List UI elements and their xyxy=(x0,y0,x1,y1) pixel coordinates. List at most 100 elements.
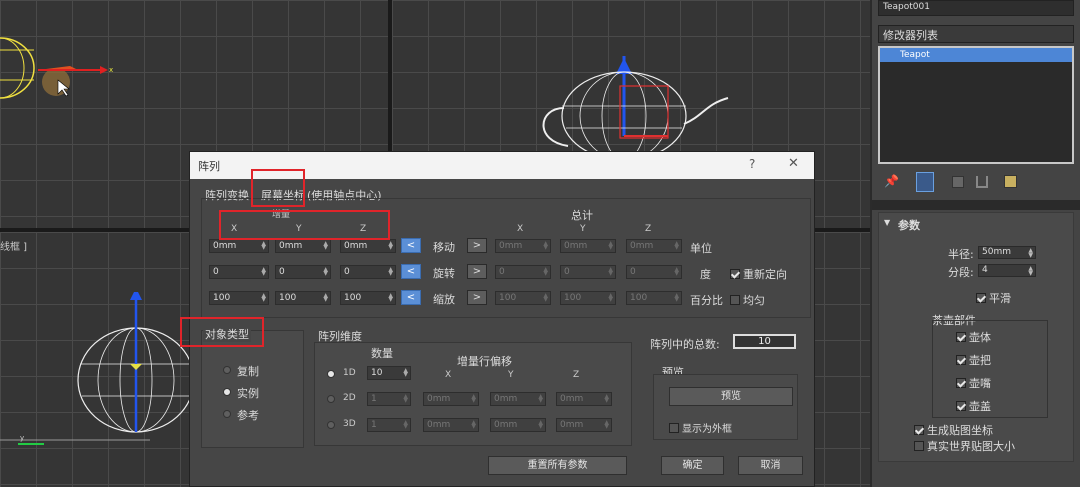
dim-3d-offset-y[interactable]: 0mm ▲ ▼ xyxy=(490,418,546,432)
total-axis-y: Y xyxy=(580,224,586,234)
move-arrow-left-button[interactable]: < xyxy=(401,238,421,253)
dim-3d-label[interactable]: 3D xyxy=(343,419,356,429)
part-handle-checkbox[interactable]: 壶把 xyxy=(956,352,991,368)
check-icon xyxy=(976,293,986,303)
scale-label: 缩放 xyxy=(433,293,455,306)
svg-text:x: x xyxy=(109,66,113,74)
move-total-x[interactable]: 0mm ▲ ▼ xyxy=(495,239,551,253)
smooth-checkbox[interactable]: 平滑 xyxy=(976,290,1011,306)
offset-axis-y: Y xyxy=(508,370,514,380)
rotate-label: 旋转 xyxy=(433,267,455,280)
part-lid-checkbox[interactable]: 壶盖 xyxy=(956,398,991,414)
segments-label: 分段: xyxy=(948,266,974,279)
scale-total-x[interactable]: 100 ▲ ▼ xyxy=(495,291,551,305)
reorient-checkbox[interactable]: 重新定向 xyxy=(730,266,787,282)
scale-total-z[interactable]: 100 ▲ ▼ xyxy=(626,291,682,305)
dim-1d-count[interactable]: 10 ▲ ▼ xyxy=(367,366,411,380)
scale-total-y[interactable]: 100 ▲ ▼ xyxy=(560,291,616,305)
rotate-unit-label: 度 xyxy=(700,268,711,281)
modifier-list-dropdown[interactable]: 修改器列表 xyxy=(878,25,1074,43)
total-in-array-field: 10 xyxy=(733,334,796,349)
preview-button[interactable]: 预览 xyxy=(669,387,793,406)
dim-3d-count[interactable]: 1 ▲ ▼ xyxy=(367,418,411,432)
dim-1d-radio[interactable] xyxy=(327,370,335,378)
modifier-stack[interactable]: Teapot xyxy=(878,46,1074,164)
object-name-field[interactable]: Teapot001 xyxy=(878,0,1074,16)
real-world-map-checkbox[interactable]: 真实世界贴图大小 xyxy=(914,438,1015,454)
dim-1d-label[interactable]: 1D xyxy=(343,368,356,378)
move-inc-x[interactable]: 0mm ▲ ▼ xyxy=(209,239,269,253)
reference-radio[interactable] xyxy=(223,410,231,418)
move-label: 移动 xyxy=(433,241,455,254)
show-end-result-icon[interactable] xyxy=(916,172,934,192)
parameters-rollout-title[interactable]: 参数 xyxy=(898,217,920,233)
rollout-collapse-icon[interactable]: ▼ xyxy=(884,218,890,227)
copy-radio-label[interactable]: 复制 xyxy=(237,363,259,379)
scale-inc-x[interactable]: 100 ▲ ▼ xyxy=(209,291,269,305)
dim-2d-offset-x[interactable]: 0mm ▲ ▼ xyxy=(423,392,479,406)
rotate-arrow-left-button[interactable]: < xyxy=(401,264,421,279)
reset-all-params-button[interactable]: 重置所有参数 xyxy=(488,456,627,475)
move-inc-y[interactable]: 0mm ▲ ▼ xyxy=(275,239,331,253)
instance-radio-label[interactable]: 实例 xyxy=(237,385,259,401)
dim-2d-radio[interactable] xyxy=(327,395,335,403)
highlight-object-type xyxy=(180,317,264,347)
configure-sets-icon[interactable] xyxy=(1004,175,1017,188)
close-icon[interactable]: ✕ xyxy=(788,156,799,171)
cancel-button[interactable]: 取消 xyxy=(738,456,803,475)
modifier-stack-item[interactable]: Teapot xyxy=(880,48,1072,62)
dim-3d-offset-z[interactable]: 0mm ▲ ▼ xyxy=(556,418,612,432)
move-total-z[interactable]: 0mm ▲ ▼ xyxy=(626,239,682,253)
total-header: 总计 xyxy=(571,209,593,222)
reference-radio-label[interactable]: 参考 xyxy=(237,407,259,423)
rotate-total-x[interactable]: 0 ▲ ▼ xyxy=(495,265,551,279)
gen-mapping-checkbox[interactable]: 生成贴图坐标 xyxy=(914,422,993,438)
radius-label: 半径: xyxy=(948,248,974,261)
dialog-title: 阵列 xyxy=(198,160,220,173)
dim-3d-radio[interactable] xyxy=(327,421,335,429)
rotate-total-z[interactable]: 0 ▲ ▼ xyxy=(626,265,682,279)
move-arrow-right-button[interactable]: > xyxy=(467,238,487,253)
scale-inc-y[interactable]: 100 ▲ ▼ xyxy=(275,291,331,305)
rotate-inc-x[interactable]: 0 ▲ ▼ xyxy=(209,265,269,279)
make-unique-icon[interactable] xyxy=(952,176,964,188)
uniform-checkbox[interactable]: 均匀 xyxy=(730,292,765,308)
instance-radio[interactable] xyxy=(223,388,231,396)
rotate-arrow-right-button[interactable]: > xyxy=(467,264,487,279)
rotate-inc-z[interactable]: 0 ▲ ▼ xyxy=(340,265,396,279)
scale-arrow-left-button[interactable]: < xyxy=(401,290,421,305)
ok-button[interactable]: 确定 xyxy=(661,456,724,475)
part-spout-checkbox[interactable]: 壶嘴 xyxy=(956,375,991,391)
rotate-total-y[interactable]: 0 ▲ ▼ xyxy=(560,265,616,279)
offset-axis-z: Z xyxy=(573,370,580,380)
teapot-wireframe-front: y xyxy=(0,292,190,445)
dim-3d-offset-x[interactable]: 0mm ▲ ▼ xyxy=(423,418,479,432)
copy-radio[interactable] xyxy=(223,366,231,374)
segments-spinner[interactable]: 4 ▲ ▼ xyxy=(978,264,1036,277)
move-total-y[interactable]: 0mm ▲ ▼ xyxy=(560,239,616,253)
scale-inc-z[interactable]: 100 ▲ ▼ xyxy=(340,291,396,305)
count-header: 数量 xyxy=(371,347,393,360)
remove-modifier-icon[interactable] xyxy=(976,176,988,188)
dim-2d-offset-y[interactable]: 0mm ▲ ▼ xyxy=(490,392,546,406)
help-button[interactable]: ? xyxy=(749,157,755,171)
highlight-screen-coords xyxy=(251,169,305,207)
move-inc-z[interactable]: 0mm ▲ ▼ xyxy=(340,239,396,253)
rotate-inc-y[interactable]: 0 ▲ ▼ xyxy=(275,265,331,279)
scale-arrow-right-button[interactable]: > xyxy=(467,290,487,305)
move-unit-label: 单位 xyxy=(690,242,712,255)
offset-axis-x: X xyxy=(445,370,452,380)
command-panel: Teapot001 修改器列表 Teapot 📌 ▼ 参数 半径: 50mm ▲ ▼… xyxy=(872,0,1080,487)
part-body-checkbox[interactable]: 壶体 xyxy=(956,329,991,345)
teapot-wireframe-side: x xyxy=(0,37,113,99)
dim-2d-offset-z[interactable]: 0mm ▲ ▼ xyxy=(556,392,612,406)
scale-unit-label: 百分比 xyxy=(690,294,723,307)
total-axis-z: Z xyxy=(645,224,652,234)
dim-2d-count[interactable]: 1 ▲ ▼ xyxy=(367,392,411,406)
pin-stack-icon[interactable]: 📌 xyxy=(884,174,899,188)
dim-2d-label[interactable]: 2D xyxy=(343,393,356,403)
viewport-label[interactable]: 线框 ] xyxy=(0,238,27,253)
radius-spinner[interactable]: 50mm ▲ ▼ xyxy=(978,246,1036,259)
offset-header: 增量行偏移 xyxy=(457,355,512,368)
show-as-box-checkbox[interactable]: 显示为外框 xyxy=(669,420,732,435)
